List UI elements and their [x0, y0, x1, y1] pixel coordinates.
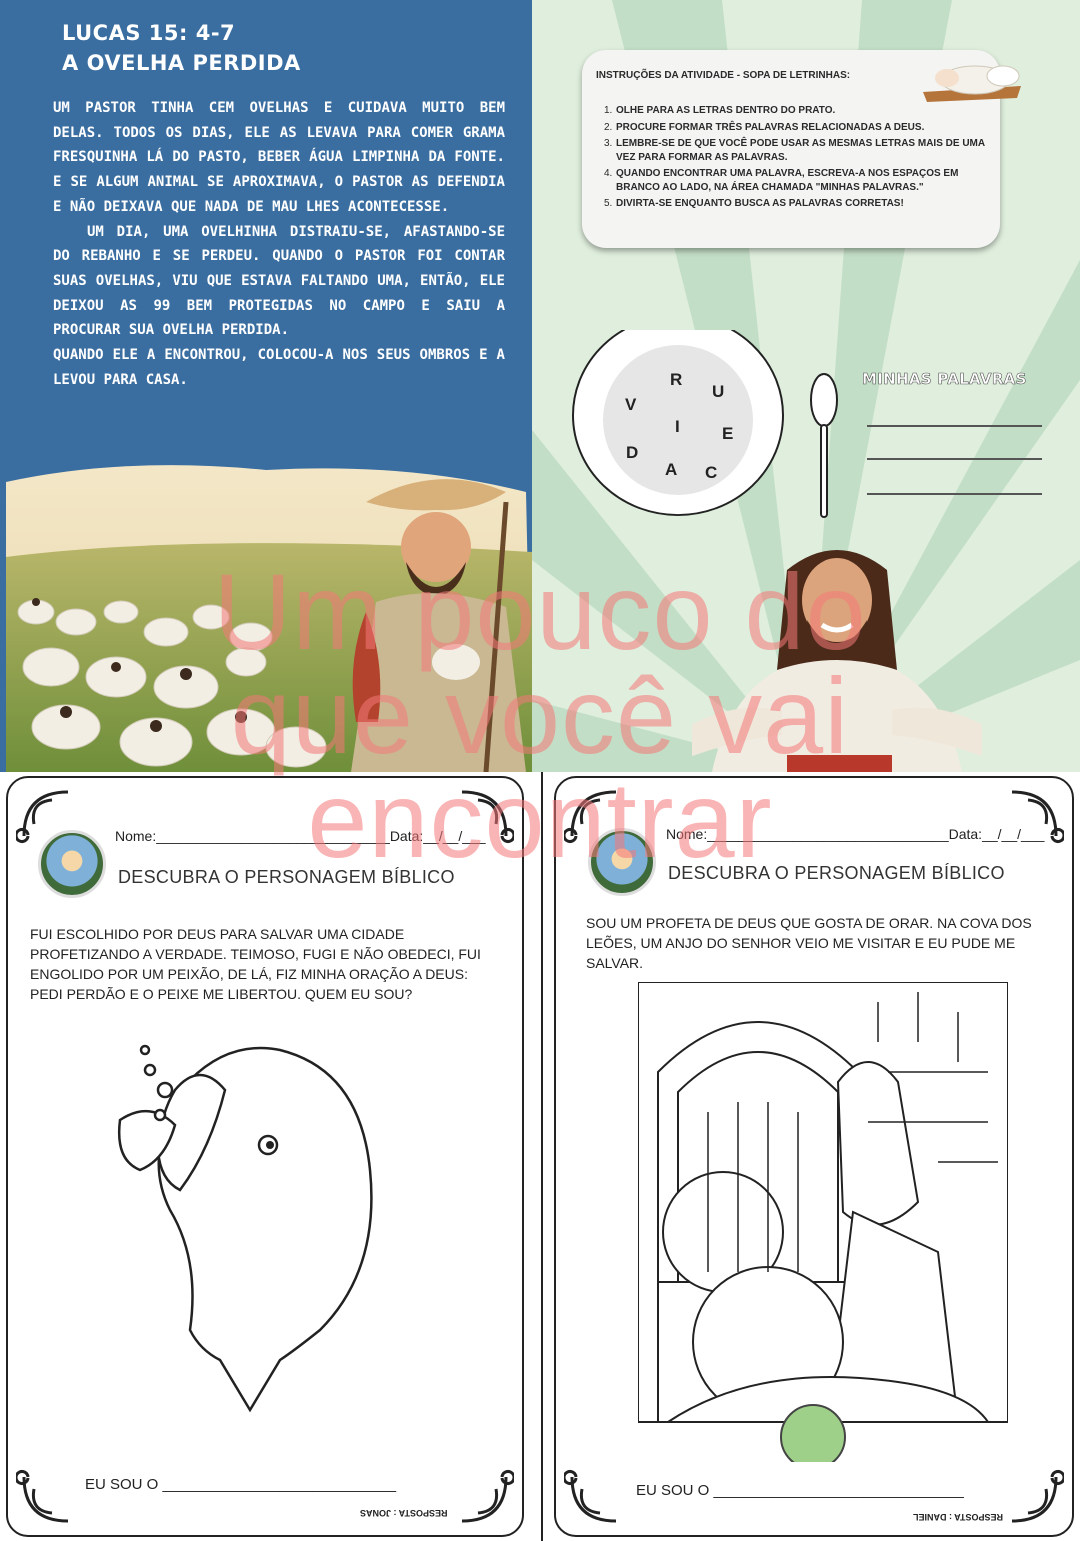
plate-and-spoon-icon	[572, 330, 838, 518]
daniel-lions-den-coloring-image	[638, 982, 1008, 1462]
name-date-field[interactable]: Nome:______________________________Data:…	[115, 828, 486, 844]
worksheet-clue: FUI ESCOLHIDO POR DEUS PARA SALVAR UMA C…	[30, 926, 481, 1002]
story-title: A OVELHA PERDIDA	[62, 51, 301, 75]
story-paragraph: UM PASTOR TINHA CEM OVELHAS E CUIDAVA MU…	[53, 100, 505, 215]
story-heading: LUCAS 15: 4-7 A OVELHA PERDIDA	[62, 18, 301, 78]
worksheet-jonas: Nome:______________________________Data:…	[0, 772, 530, 1541]
ornament-icon	[564, 1470, 617, 1523]
shepherd-with-sheep-illustration	[6, 465, 532, 772]
ornament-icon	[16, 1470, 69, 1523]
plate-letter: U	[712, 382, 725, 401]
plate-letter: D	[626, 443, 639, 462]
plate-letter: I	[675, 417, 680, 436]
word-blank-line[interactable]	[867, 458, 1042, 460]
instruction-item: 1. OLHE PARA AS LETRAS DENTRO DO PRATO.	[604, 105, 836, 116]
jonah-whale-coloring-image	[117, 1044, 373, 1413]
plate-letter: A	[665, 460, 678, 479]
answer-blank[interactable]: EU SOU O ______________________________	[636, 1482, 964, 1499]
sheet-divider	[536, 772, 548, 1541]
plate-letter: R	[670, 370, 683, 389]
plate-letter: V	[625, 395, 637, 414]
plate-letter: C	[705, 463, 718, 482]
worksheet-heading: DESCUBRA O PERSONAGEM BÍBLICO	[118, 867, 455, 887]
story-reference: LUCAS 15: 4-7	[62, 21, 236, 45]
story-text: UM PASTOR TINHA CEM OVELHAS E CUIDAVA MU…	[53, 96, 505, 392]
story-panel: LUCAS 15: 4-7 A OVELHA PERDIDA UM PASTOR…	[0, 0, 532, 772]
word-blank-line[interactable]	[867, 493, 1042, 495]
instructions-title: INSTRUÇÕES DA ATIVIDADE - SOPA DE LETRIN…	[596, 70, 851, 81]
answer-blank[interactable]: EU SOU O ____________________________	[85, 1476, 396, 1493]
instruction-item: 5. DIVIRTA-SE ENQUANTO BUSCA AS PALAVRAS …	[604, 198, 904, 209]
instruction-item: 4. QUANDO ENCONTRAR UMA PALAVRA, ESCREVA-…	[604, 168, 959, 193]
plate-letter: E	[722, 424, 734, 443]
my-words-title: MINHAS PALAVRAS	[862, 370, 1027, 389]
worksheet-clue: SOU UM PROFETA DE DEUS QUE GOSTA DE ORAR…	[586, 915, 1032, 971]
word-soup-activity-panel: INSTRUÇÕES DA ATIVIDADE - SOPA DE LETRIN…	[532, 0, 1080, 772]
soup-plate-area: R U V I E D A C	[570, 330, 860, 520]
story-paragraph: QUANDO ELE A ENCONTROU, COLOCOU-A NOS SE…	[53, 347, 505, 388]
jesus-illustration	[692, 550, 982, 772]
word-blank-line[interactable]	[867, 425, 1042, 427]
ornament-icon	[1011, 1470, 1064, 1523]
answer-key: RESPOSTA : DANIEL	[913, 1512, 1004, 1522]
story-paragraph: UM DIA, UMA OVELHINHA DISTRAIU-SE, AFAST…	[53, 223, 505, 339]
instruction-item: 2. PROCURE FORMAR TRÊS PALAVRAS RELACIONA…	[604, 121, 925, 133]
bible-characters-logo	[588, 828, 656, 896]
name-date-field[interactable]: Nome:_______________________________Data…	[666, 826, 1044, 842]
worksheet-heading: DESCUBRA O PERSONAGEM BÍBLICO	[668, 863, 1005, 883]
worksheet-daniel: Nome:_______________________________Data…	[548, 772, 1080, 1541]
ornament-icon	[461, 1470, 514, 1523]
instructions-list: 1. OLHE PARA AS LETRAS DENTRO DO PRATO. 2…	[604, 104, 990, 214]
bible-characters-logo	[38, 830, 106, 898]
sleeping-sheep-icon	[923, 65, 1021, 102]
instruction-item: 3. LEMBRE-SE DE QUE VOCÊ PODE USAR AS MES…	[604, 138, 985, 163]
answer-key: RESPOSTA : JONAS	[360, 1508, 448, 1518]
